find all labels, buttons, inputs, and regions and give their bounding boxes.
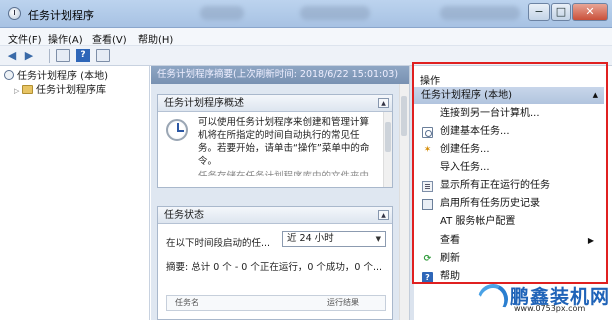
blurred-background: [300, 6, 370, 20]
clock-icon: [166, 119, 188, 141]
summary-scrollbar[interactable]: [399, 84, 409, 320]
tree-item-library[interactable]: ▷ 任务计划程序库: [14, 84, 106, 98]
window-title: 任务计划程序: [28, 9, 94, 22]
overview-text-truncated: 任务存储在任务计划程序库中的文件夹中: [198, 170, 378, 176]
overview-title[interactable]: 任务计划程序概述: [158, 95, 392, 112]
console-tree-icon[interactable]: [56, 49, 70, 62]
collapse-icon[interactable]: ▲: [378, 98, 389, 108]
blurred-background: [440, 6, 520, 20]
status-filter-label: 在以下时间段启动的任...: [166, 238, 271, 249]
time-range-select[interactable]: 近 24 小时 ▼: [282, 231, 386, 247]
action-show-running[interactable]: 显示所有正在运行的任务: [414, 177, 604, 195]
status-title[interactable]: 任务状态: [158, 207, 392, 224]
menu-file[interactable]: 文件(F): [8, 31, 42, 46]
overview-scrollbar[interactable]: [383, 112, 392, 187]
time-range-value: 近 24 小时: [287, 233, 334, 244]
action-label: 启用所有任务历史记录: [440, 198, 540, 209]
expand-arrow-icon[interactable]: ▷: [14, 84, 22, 98]
dropdown-arrow-icon[interactable]: ▼: [376, 232, 381, 246]
history-icon: [422, 199, 433, 210]
action-pane-icon[interactable]: [96, 49, 110, 62]
status-summary: 摘要: 总计 0 个 - 0 个正在运行，0 个成功，0 个...: [166, 262, 383, 273]
collapse-icon[interactable]: ▲: [593, 87, 598, 104]
menu-view[interactable]: 查看(V): [92, 31, 127, 46]
summary-pane: 任务计划程序摘要(上次刷新时间: 2018/6/22 15:01:03) 任务计…: [151, 66, 409, 320]
status-panel: 任务状态 ▲ 在以下时间段启动的任... 近 24 小时 ▼ 摘要: 总计 0 …: [157, 206, 393, 320]
action-label: 创建任务...: [440, 144, 490, 155]
console-tree: 任务计划程序 (本地) ▷ 任务计划程序库: [0, 66, 150, 320]
task-icon: [422, 127, 433, 138]
tree-library-label: 任务计划程序库: [36, 85, 106, 96]
action-create-task[interactable]: ✶ 创建任务...: [414, 141, 604, 159]
minimize-button[interactable]: −: [528, 3, 550, 21]
scroll-thumb[interactable]: [401, 96, 407, 136]
action-refresh[interactable]: ⟳ 刷新: [414, 250, 604, 268]
action-label: 导入任务...: [440, 162, 490, 173]
action-import-task[interactable]: 导入任务...: [414, 159, 604, 177]
action-view[interactable]: 查看 ▶: [414, 232, 604, 250]
tree-item-root[interactable]: 任务计划程序 (本地): [4, 70, 108, 84]
blurred-background: [200, 6, 244, 20]
close-button[interactable]: ✕: [572, 3, 608, 21]
back-icon[interactable]: ◀: [5, 49, 19, 62]
action-label: 查看: [440, 235, 460, 246]
clock-icon: [4, 70, 14, 80]
actions-section-header[interactable]: 任务计划程序 (本地) ▲: [414, 87, 604, 104]
tree-root-label: 任务计划程序 (本地): [17, 71, 108, 82]
scroll-thumb[interactable]: [385, 122, 391, 152]
watermark-url: www.0753px.com: [514, 304, 586, 313]
action-label: 创建基本任务...: [440, 126, 510, 137]
summary-header: 任务计划程序摘要(上次刷新时间: 2018/6/22 15:01:03): [151, 66, 409, 84]
site-watermark: 鹏鑫装机网 www.0753px.com: [473, 279, 609, 319]
status-table-header: 任务名 运行结果: [166, 295, 386, 311]
collapse-icon[interactable]: ▲: [378, 210, 389, 220]
help-icon[interactable]: ?: [76, 49, 90, 62]
maximize-button[interactable]: □: [551, 3, 571, 21]
menu-action[interactable]: 操作(A): [48, 31, 83, 46]
toolbar-separator: [49, 49, 50, 63]
action-connect-computer[interactable]: 连接到另一台计算机...: [414, 105, 604, 123]
folder-icon: [22, 85, 33, 94]
overview-panel: 任务计划程序概述 ▲ 可以使用任务计划程序来创建和管理计算机将在所指定的时间自动…: [157, 94, 393, 188]
list-icon: [422, 181, 433, 192]
help-icon: ?: [422, 272, 433, 283]
menu-bar: 文件(F) 操作(A) 查看(V) 帮助(H): [0, 28, 612, 46]
column-result[interactable]: 运行结果: [327, 296, 359, 310]
actions-title: 操作: [420, 76, 440, 87]
action-label: AT 服务帐户配置: [440, 216, 516, 227]
clock-icon: [8, 7, 21, 20]
submenu-arrow-icon: ▶: [587, 236, 594, 245]
forward-icon[interactable]: ▶: [22, 49, 36, 62]
actions-section-label: 任务计划程序 (本地): [421, 90, 512, 101]
action-label: 显示所有正在运行的任务: [440, 180, 550, 191]
action-label: 帮助: [440, 271, 460, 282]
action-at-service-config[interactable]: AT 服务帐户配置: [414, 213, 604, 231]
title-bar: 任务计划程序 − □ ✕: [0, 0, 612, 28]
spark-icon: ✶: [423, 145, 432, 155]
action-label: 连接到另一台计算机...: [440, 108, 540, 119]
column-task-name[interactable]: 任务名: [175, 296, 199, 310]
action-create-basic-task[interactable]: 创建基本任务...: [414, 123, 604, 141]
menu-help[interactable]: 帮助(H): [138, 31, 173, 46]
toolbar: ◀ ▶ ?: [0, 46, 612, 66]
summary-body: 任务计划程序概述 ▲ 可以使用任务计划程序来创建和管理计算机将在所指定的时间自动…: [151, 84, 409, 320]
action-label: 刷新: [440, 253, 460, 264]
action-enable-history[interactable]: 启用所有任务历史记录: [414, 195, 604, 213]
refresh-icon: ⟳: [423, 254, 432, 264]
overview-text: 可以使用任务计划程序来创建和管理计算机将在所指定的时间自动执行的常见任务。若要开…: [198, 117, 370, 167]
swirl-logo-icon: [473, 279, 513, 319]
